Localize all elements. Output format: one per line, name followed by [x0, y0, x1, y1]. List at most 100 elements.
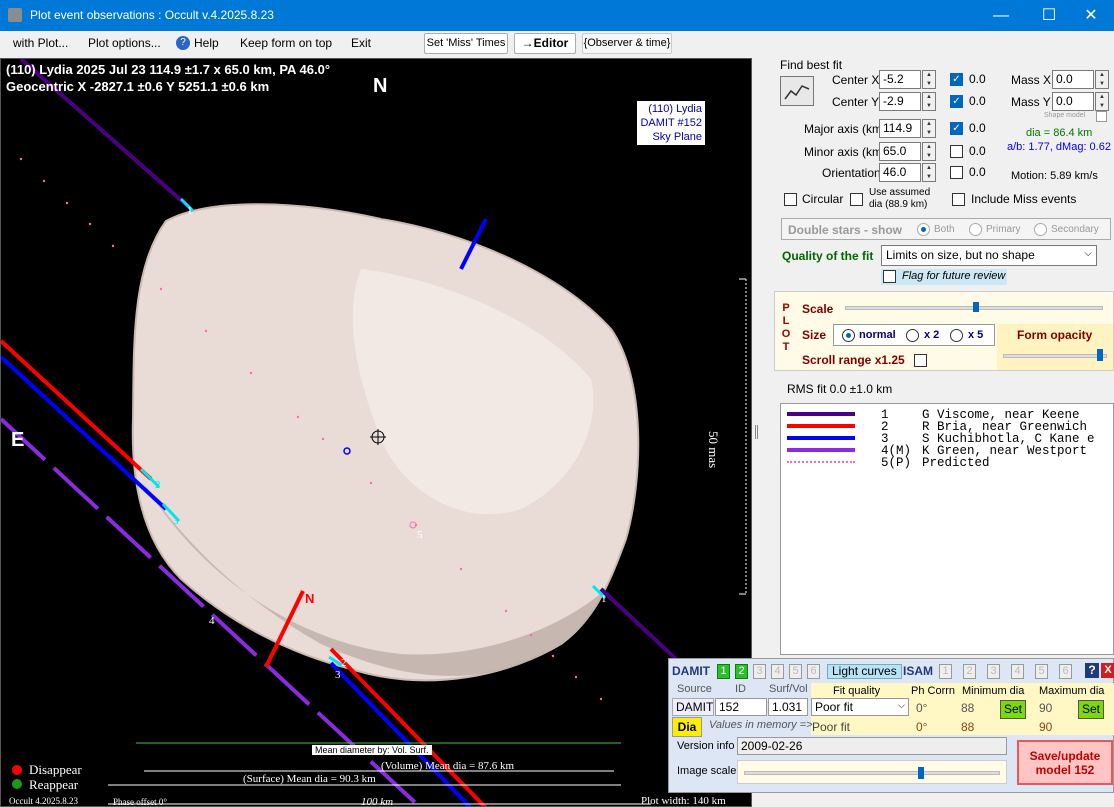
major-axis-input[interactable]: 114.9 — [879, 119, 921, 138]
quality-dropdown[interactable]: Limits on size, but no shape ⌵ — [881, 245, 1097, 266]
damit-num-1[interactable]: 1 — [717, 664, 730, 679]
orientation-input[interactable]: 46.0 — [879, 163, 921, 182]
list-item[interactable]: 5(P) Predicted — [787, 456, 1113, 470]
scroll-range-checkbox[interactable] — [914, 354, 927, 367]
secondary-label: Secondary — [1051, 224, 1099, 235]
mass-x-input[interactable]: 0.0 — [1052, 70, 1094, 89]
plot-vertical-label: P L O T — [781, 302, 791, 354]
menu-keep-on-top[interactable]: Keep form on top — [240, 36, 332, 50]
image-scale-slider[interactable] — [744, 771, 1000, 775]
isam-num-2[interactable]: 2 — [963, 664, 976, 679]
list-item[interactable]: 3 S Kuchibhotla, C Kane e — [787, 432, 1113, 446]
max-dia-header: Maximum dia — [1039, 685, 1105, 697]
minor-axis-input[interactable]: 65.0 — [879, 142, 921, 161]
use-assumed-checkbox[interactable] — [850, 193, 863, 206]
set-max-dia-button[interactable]: Set — [1078, 700, 1104, 719]
mass-y-spinner[interactable]: ▲ ▼ — [1095, 92, 1109, 111]
size-x5-radio[interactable] — [950, 329, 963, 342]
list-item[interactable]: 2 R Bria, near Greenwich — [787, 420, 1113, 434]
id-value[interactable]: 152 — [715, 698, 767, 716]
mass-y-input[interactable]: 0.0 — [1052, 92, 1094, 111]
ph-corrn-value: 0° — [916, 701, 928, 715]
isam-num-4[interactable]: 4 — [1011, 664, 1024, 679]
legend-line-asteroid: (110) Lydia — [648, 103, 702, 115]
set-min-dia-button[interactable]: Set — [1000, 700, 1026, 719]
primary-radio[interactable] — [969, 223, 982, 236]
maximize-button[interactable]: ☐ — [1026, 0, 1072, 31]
circular-checkbox[interactable] — [784, 193, 797, 206]
major-axis-spinner[interactable]: ▲ ▼ — [922, 119, 936, 138]
size-normal-label: normal — [859, 329, 896, 341]
model-legend: (110) Lydia DAMIT #152 Sky Plane — [637, 101, 705, 145]
secondary-radio[interactable] — [1034, 223, 1047, 236]
isam-num-5[interactable]: 5 — [1035, 664, 1048, 679]
damit-close-button[interactable]: X — [1101, 663, 1114, 678]
both-radio[interactable] — [917, 223, 930, 236]
center-x-checkbox[interactable]: ✓ — [950, 73, 963, 86]
legend-line-plane: Sky Plane — [652, 131, 702, 143]
image-scale-thumb[interactable] — [918, 767, 924, 779]
center-y-spinner[interactable]: ▲ ▼ — [922, 92, 936, 111]
min-dia-header: Minimum dia — [962, 685, 1025, 697]
damit-help-button[interactable]: ? — [1085, 663, 1099, 678]
primary-label: Primary — [986, 224, 1021, 235]
list-item[interactable]: 1 G Viscome, near Keene — [787, 408, 1113, 422]
rms-fit-label: RMS fit 0.0 ±1.0 km — [787, 382, 893, 396]
close-button[interactable]: ✕ — [1068, 0, 1114, 31]
minor-axis-spinner[interactable]: ▲ ▼ — [922, 142, 936, 161]
center-y-checkbox[interactable]: ✓ — [950, 95, 963, 108]
isam-num-1[interactable]: 1 — [939, 664, 952, 679]
panel-splitter[interactable] — [755, 425, 758, 439]
dia-button[interactable]: Dia — [672, 717, 702, 737]
size-x2-radio[interactable] — [906, 329, 919, 342]
form-opacity-group: Form opacity — [997, 324, 1113, 370]
menu-exit[interactable]: Exit — [351, 36, 371, 50]
fit-quality-dropdown[interactable]: Poor fit ⌵ — [811, 698, 909, 716]
list-item[interactable]: 4(M) K Green, near Westport — [787, 444, 1113, 458]
damit-num-2[interactable]: 2 — [735, 664, 748, 679]
set-miss-times-button[interactable]: Set 'Miss' Times — [424, 33, 508, 54]
observer-time-button[interactable]: {Observer & time} — [582, 33, 672, 54]
center-x-spinner[interactable]: ▲ ▼ — [922, 70, 936, 89]
chord-label-5: 5 — [417, 529, 423, 541]
find-best-fit-button[interactable] — [780, 76, 814, 106]
light-curves-button[interactable]: Light curves — [827, 664, 902, 679]
form-opacity-thumb[interactable] — [1097, 349, 1103, 361]
double-stars-group: Double stars - show Both Primary Seconda… — [781, 218, 1111, 240]
mass-x-spinner[interactable]: ▲ ▼ — [1095, 70, 1109, 89]
line-swatch — [787, 412, 855, 416]
menu-help[interactable]: Help — [194, 36, 219, 50]
form-opacity-slider[interactable] — [1003, 354, 1107, 358]
observations-list[interactable]: 1 G Viscome, near Keene 2 R Bria, near G… — [780, 403, 1114, 655]
isam-num-3[interactable]: 3 — [987, 664, 1000, 679]
quality-label: Quality of the fit — [782, 249, 874, 263]
chord-label-3b: 3 — [335, 669, 341, 681]
reappear-label: Reappear — [29, 777, 79, 792]
plot-canvas[interactable]: (110) Lydia 2025 Jul 23 114.9 ±1.7 x 65.… — [0, 58, 752, 807]
menu-plot-options[interactable]: Plot options... — [88, 36, 161, 50]
damit-num-6[interactable]: 6 — [807, 664, 820, 679]
major-axis-checkbox[interactable]: ✓ — [950, 122, 963, 135]
mean-dia-by-box[interactable]: Mean diameter by: Vol. Surf. — [312, 745, 432, 755]
flag-review-checkbox[interactable] — [883, 270, 896, 283]
center-y-input[interactable]: -2.9 — [879, 92, 921, 111]
menu-with-plot[interactable]: with Plot... — [13, 36, 68, 50]
surfvol-value[interactable]: 1.031 — [768, 698, 808, 716]
scale-slider-thumb[interactable] — [973, 302, 979, 312]
shape-model-checkbox[interactable] — [1096, 111, 1107, 122]
include-miss-checkbox[interactable] — [952, 193, 965, 206]
isam-num-6[interactable]: 6 — [1059, 664, 1072, 679]
damit-num-3[interactable]: 3 — [753, 664, 766, 679]
center-x-input[interactable]: -5.2 — [879, 70, 921, 89]
editor-button[interactable]: →Editor — [514, 33, 576, 54]
orientation-spinner[interactable]: ▲ ▼ — [922, 163, 936, 182]
minor-axis-checkbox[interactable] — [950, 145, 963, 158]
title-bar: Plot event observations : Occult v.4.202… — [0, 0, 1114, 31]
phase-offset-label: Phase offset 0° — [113, 797, 167, 807]
save-update-button[interactable]: Save/update model 152 — [1017, 740, 1113, 785]
size-normal-radio[interactable] — [842, 329, 855, 342]
damit-num-4[interactable]: 4 — [771, 664, 784, 679]
damit-num-5[interactable]: 5 — [789, 664, 802, 679]
orientation-checkbox[interactable] — [950, 166, 963, 179]
minimize-button[interactable]: — — [978, 0, 1024, 31]
